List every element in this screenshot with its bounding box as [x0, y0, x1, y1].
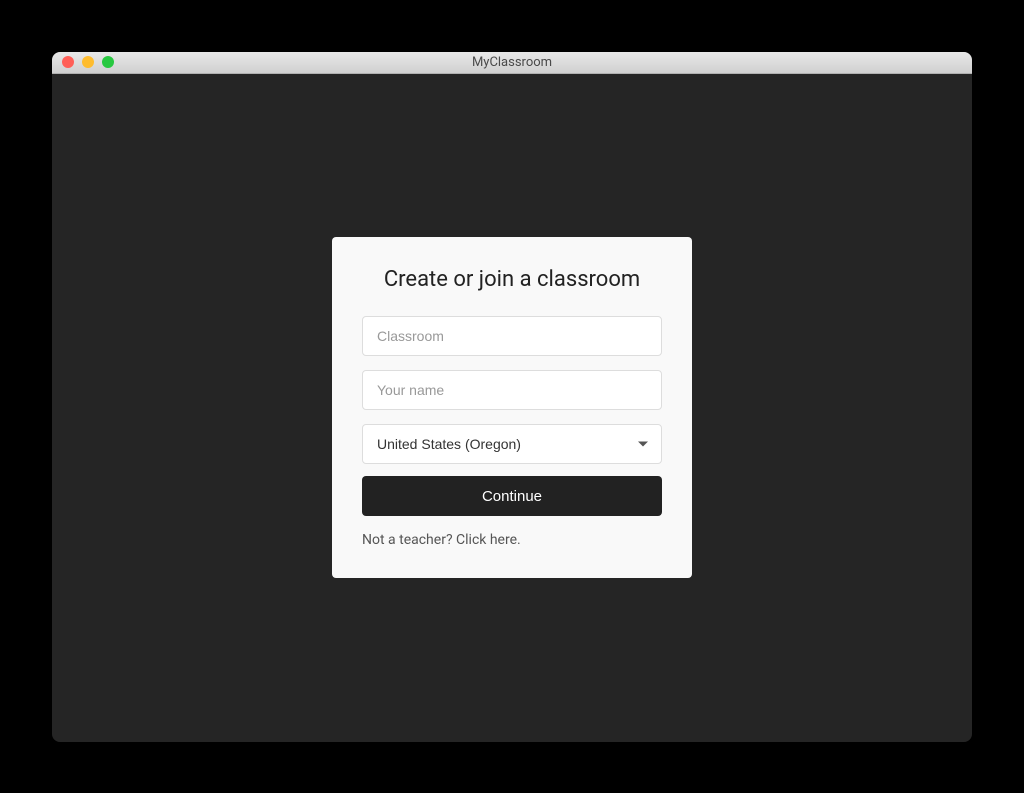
- minimize-icon[interactable]: [82, 56, 94, 68]
- app-window: MyClassroom Create or join a classroom U…: [52, 52, 972, 742]
- maximize-icon[interactable]: [102, 56, 114, 68]
- classroom-input[interactable]: [362, 316, 662, 356]
- traffic-lights: [52, 56, 114, 68]
- close-icon[interactable]: [62, 56, 74, 68]
- region-select[interactable]: United States (Oregon): [362, 424, 662, 464]
- name-input[interactable]: [362, 370, 662, 410]
- not-teacher-link[interactable]: Not a teacher? Click here.: [362, 532, 662, 548]
- content-area: Create or join a classroom United States…: [52, 74, 972, 742]
- card-title: Create or join a classroom: [362, 267, 662, 292]
- window-title: MyClassroom: [472, 55, 552, 70]
- join-card: Create or join a classroom United States…: [332, 237, 692, 578]
- titlebar: MyClassroom: [52, 52, 972, 74]
- continue-button[interactable]: Continue: [362, 476, 662, 516]
- region-select-wrapper: United States (Oregon): [362, 424, 662, 464]
